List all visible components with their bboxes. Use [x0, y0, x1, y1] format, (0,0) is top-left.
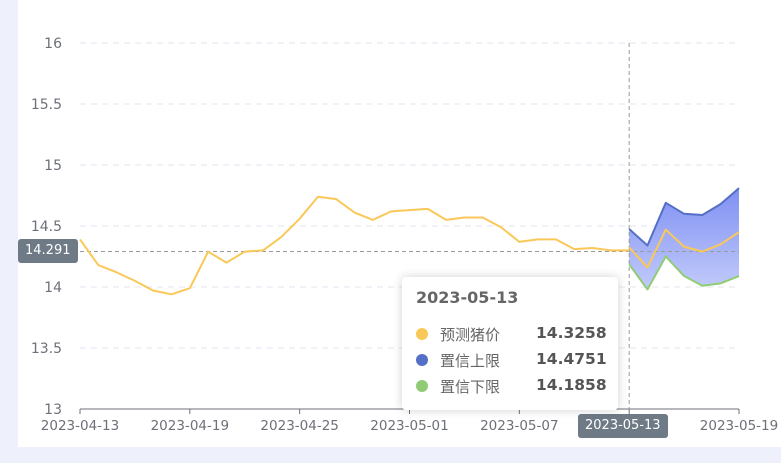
y-tick-label: 13.5 — [31, 341, 62, 357]
x-axis-pointer-label: 2023-05-13 — [578, 414, 668, 438]
tooltip-series-name: 置信上限 — [440, 352, 501, 370]
y-tick-label: 15 — [44, 158, 62, 174]
x-tick-label: 2023-04-25 — [260, 418, 338, 434]
tooltip-row: 置信上限 14.4751 — [416, 350, 607, 370]
y-tick-label: 14.5 — [31, 219, 62, 235]
tooltip: 2023-05-13 预测猪价 14.3258 置信上限 14.4751 置信下… — [402, 277, 618, 410]
tooltip-series-value: 14.3258 — [536, 324, 607, 342]
x-tick-label: 2023-05-07 — [480, 418, 558, 434]
y-tick-label: 16 — [44, 36, 62, 52]
tooltip-series-value: 14.4751 — [536, 350, 607, 368]
tooltip-series-name: 置信下限 — [440, 378, 501, 396]
tooltip-series-name: 预测猪价 — [440, 326, 501, 344]
tooltip-row: 置信下限 14.1858 — [416, 376, 607, 396]
x-tick-label: 2023-04-19 — [151, 418, 229, 434]
tooltip-row: 预测猪价 14.3258 — [416, 324, 607, 344]
tooltip-title: 2023-05-13 — [416, 288, 519, 307]
y-tick-label: 15.5 — [31, 97, 62, 113]
x-tick-label: 2023-04-13 — [41, 418, 119, 434]
tooltip-series-value: 14.1858 — [536, 376, 607, 394]
series-marker-icon — [416, 354, 428, 366]
y-axis-pointer-label: 14.291 — [18, 239, 78, 263]
series-marker-icon — [416, 328, 428, 340]
series-marker-icon — [416, 380, 428, 392]
x-tick-label: 2023-05-01 — [370, 418, 448, 434]
y-tick-label: 13 — [44, 402, 62, 418]
forecast-line-chart: 13 13.5 14 14.5 15 15.5 16 2023-04-13 2023-04-19… — [31, 36, 778, 434]
x-tick-label: 2023-05-19 — [700, 418, 778, 434]
chart-panel: 13 13.5 14 14.5 15 15.5 16 2023-04-13 2023-04-19… — [18, 0, 781, 447]
y-tick-label: 14 — [44, 280, 62, 296]
